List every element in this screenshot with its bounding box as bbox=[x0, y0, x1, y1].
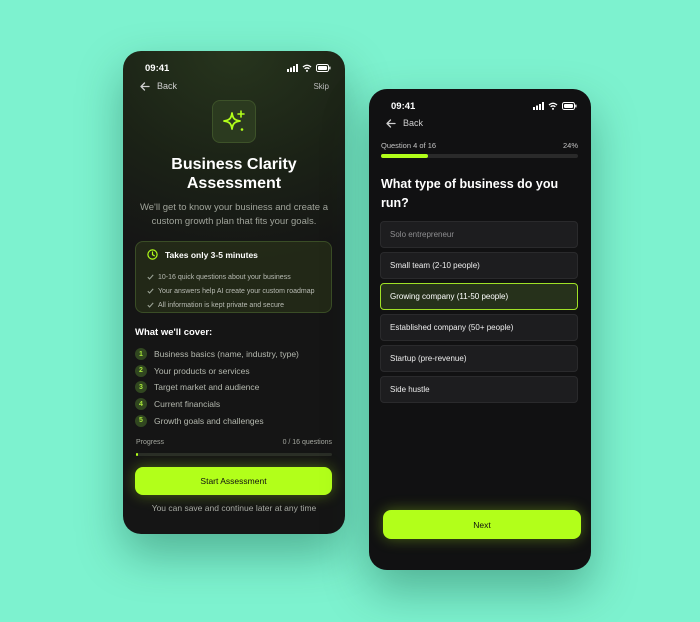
status-icons bbox=[533, 102, 577, 110]
back-label: Back bbox=[157, 81, 178, 91]
info-item: 10-16 quick questions about your busines… bbox=[147, 270, 315, 284]
info-item-text: 10-16 quick questions about your busines… bbox=[158, 273, 291, 281]
back-button[interactable]: Back bbox=[140, 81, 177, 91]
cover-item-label: Target market and audience bbox=[154, 382, 260, 393]
question-progress-bar bbox=[381, 154, 578, 158]
check-icon bbox=[147, 274, 154, 280]
progress-percent: 24% bbox=[562, 141, 578, 150]
start-assessment-button[interactable]: Start Assessment bbox=[135, 467, 332, 495]
hero-icon-tile bbox=[212, 100, 256, 143]
arrow-left-icon bbox=[140, 81, 150, 91]
cover-item: 5 Growth goals and challenges bbox=[135, 412, 299, 429]
cellular-signal-icon bbox=[287, 64, 298, 72]
battery-icon bbox=[316, 64, 331, 72]
top-nav: Back Skip bbox=[140, 81, 329, 91]
status-time: 09:41 bbox=[391, 100, 416, 112]
step-number-badge: 5 bbox=[135, 414, 147, 427]
cover-item-label: Business basics (name, industry, type) bbox=[154, 349, 299, 360]
status-bar: 09:41 bbox=[391, 99, 577, 113]
cover-item-label: Current financials bbox=[154, 399, 221, 410]
option-solo-entrepreneur[interactable]: Solo entrepreneur bbox=[380, 221, 578, 248]
info-item-text: All information is kept private and secu… bbox=[158, 301, 285, 309]
step-number-badge: 3 bbox=[135, 381, 147, 394]
subtitle-line-1: We'll get to know your business and crea… bbox=[139, 202, 329, 213]
cover-item: 3 Target market and audience bbox=[135, 379, 299, 396]
clock-icon bbox=[147, 249, 158, 260]
info-heading: Takes only 3-5 minutes bbox=[147, 249, 258, 260]
title-line-2: Assessment bbox=[186, 175, 282, 192]
cover-heading: What we'll cover: bbox=[135, 327, 213, 338]
skip-button[interactable]: Skip bbox=[313, 82, 329, 91]
cellular-signal-icon bbox=[533, 102, 544, 110]
cover-item-label: Your products or services bbox=[154, 365, 250, 376]
title-line-1: Business Clarity bbox=[171, 156, 297, 173]
wifi-icon bbox=[302, 64, 312, 72]
assessment-intro-screen: 09:41 Back Skip Business Clarity Assessm… bbox=[123, 51, 345, 534]
time-info-card: Takes only 3-5 minutes 10-16 quick quest… bbox=[135, 241, 332, 313]
option-small-team[interactable]: Small team (2-10 people) bbox=[380, 252, 578, 279]
progress-bar-fill bbox=[136, 453, 138, 456]
question-counter: Question 4 of 16 bbox=[381, 141, 437, 150]
progress-label: Progress bbox=[136, 439, 165, 446]
info-item-text: Your answers help AI create your custom … bbox=[158, 287, 315, 295]
subtitle-line-2: custom growth plan that fits your goals. bbox=[151, 216, 317, 227]
top-nav: Back bbox=[386, 118, 575, 128]
back-button[interactable]: Back bbox=[386, 118, 423, 128]
cover-item: 2 Your products or services bbox=[135, 363, 299, 380]
page-subtitle: We'll get to know your business and crea… bbox=[133, 201, 335, 229]
question-text: What type of business do you run? bbox=[381, 175, 579, 213]
wifi-icon bbox=[548, 102, 558, 110]
check-icon bbox=[147, 302, 154, 308]
next-button[interactable]: Next bbox=[383, 510, 581, 539]
arrow-left-icon bbox=[386, 118, 396, 128]
option-startup[interactable]: Startup (pre-revenue) bbox=[380, 345, 578, 372]
info-list: 10-16 quick questions about your busines… bbox=[147, 270, 315, 312]
question-progress-fill bbox=[381, 154, 429, 158]
cover-list: 1 Business basics (name, industry, type) … bbox=[135, 346, 299, 429]
question-progress-header: Question 4 of 16 24% bbox=[381, 141, 578, 150]
progress-header: Progress 0 / 16 questions bbox=[136, 439, 332, 446]
answer-options: Solo entrepreneur Small team (2-10 peopl… bbox=[380, 221, 578, 407]
cover-item: 1 Business basics (name, industry, type) bbox=[135, 346, 299, 363]
sparkles-icon bbox=[223, 109, 245, 131]
cover-item-label: Growth goals and challenges bbox=[154, 415, 264, 426]
save-note: You can save and continue later at any t… bbox=[151, 503, 317, 513]
status-time: 09:41 bbox=[145, 62, 170, 74]
info-heading-text: Takes only 3-5 minutes bbox=[165, 249, 258, 260]
battery-icon bbox=[562, 102, 577, 110]
progress-bar bbox=[136, 453, 332, 456]
step-number-badge: 4 bbox=[135, 398, 147, 411]
progress-value: 0 / 16 questions bbox=[282, 439, 332, 446]
question-line-1: What type of business do you bbox=[381, 177, 559, 191]
option-growing-company[interactable]: Growing company (11-50 people) bbox=[380, 283, 578, 310]
status-bar: 09:41 bbox=[145, 61, 331, 75]
question-screen: 09:41 Back Question 4 of 16 24% What typ… bbox=[369, 89, 591, 570]
info-item: Your answers help AI create your custom … bbox=[147, 284, 315, 298]
status-icons bbox=[287, 64, 331, 72]
step-number-badge: 2 bbox=[135, 364, 147, 377]
back-label: Back bbox=[403, 118, 424, 128]
page-title: Business Clarity Assessment bbox=[133, 155, 335, 193]
cover-item: 4 Current financials bbox=[135, 396, 299, 413]
option-established-company[interactable]: Established company (50+ people) bbox=[380, 314, 578, 341]
info-item: All information is kept private and secu… bbox=[147, 298, 315, 312]
question-line-2: run? bbox=[381, 196, 409, 210]
step-number-badge: 1 bbox=[135, 348, 147, 361]
option-side-hustle[interactable]: Side hustle bbox=[380, 376, 578, 403]
check-icon bbox=[147, 288, 154, 294]
